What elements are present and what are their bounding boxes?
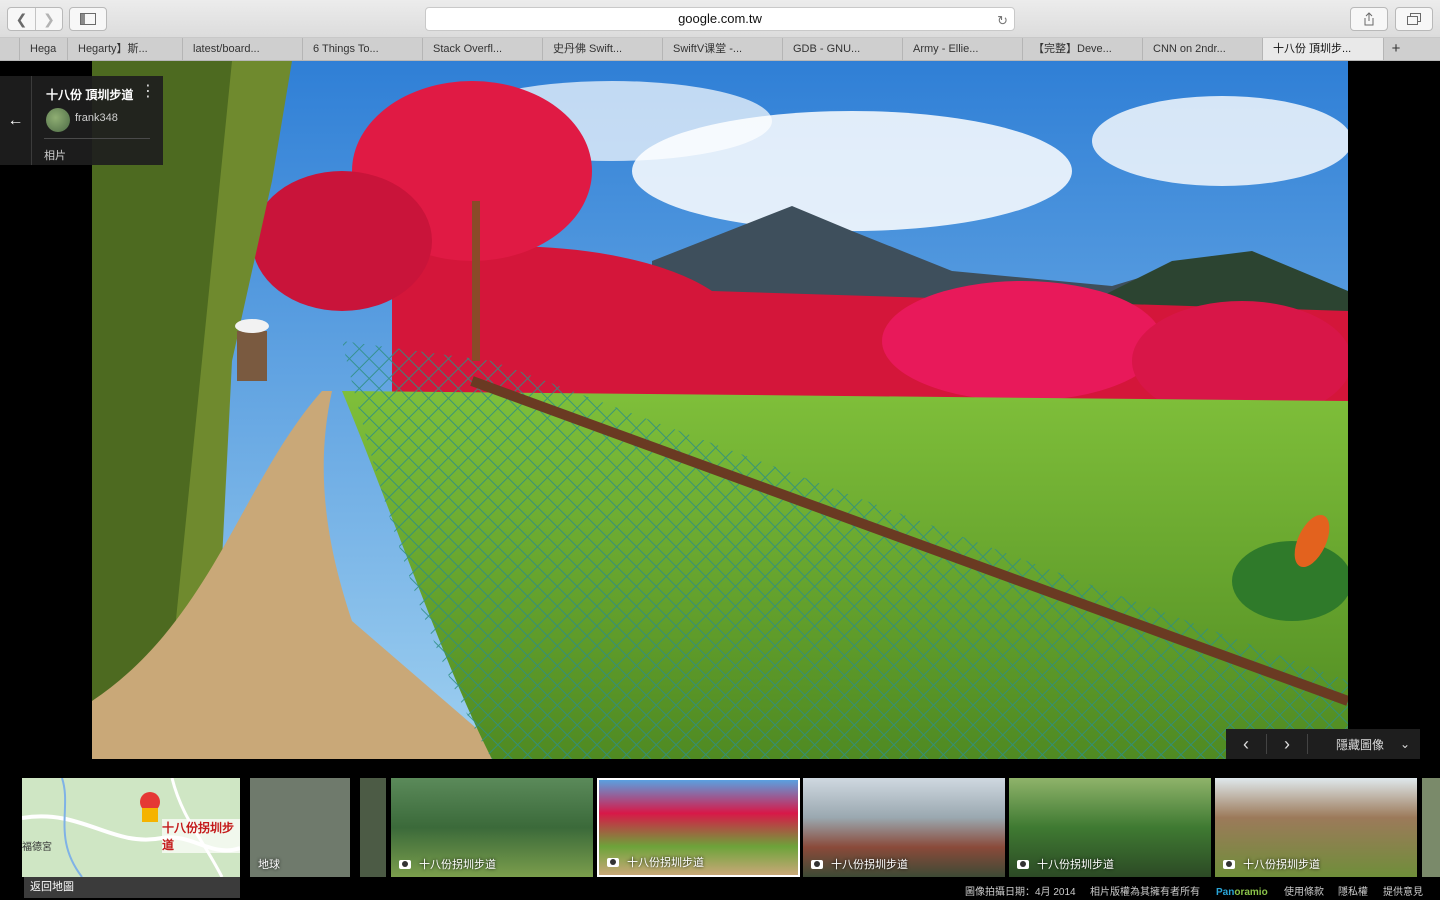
- back-to-map-button[interactable]: 返回地圖: [24, 877, 240, 898]
- back-button[interactable]: ❮: [8, 8, 35, 30]
- photo-viewer: + − ‹ › 隱藏圖像 ⌄: [0, 61, 1440, 786]
- tabs-overview-button[interactable]: [1395, 7, 1433, 31]
- partial-thumbnail[interactable]: [360, 778, 386, 877]
- map-poi-label: 福德宮: [22, 842, 52, 853]
- browser-toolbar: ❮ ❯ google.com.tw ↻: [0, 0, 1440, 38]
- thumbnail-caption: 十八份拐圳步道: [1037, 859, 1114, 871]
- panoramio-logo[interactable]: Panoramio: [1216, 885, 1268, 900]
- main-photo[interactable]: [92, 61, 1348, 759]
- map-thumbnail[interactable]: 十八份拐圳步道 福德宮: [22, 778, 240, 877]
- tab-item[interactable]: 史丹佛 Swift...: [543, 38, 663, 60]
- tab-item[interactable]: Hega: [20, 38, 68, 60]
- earth-label: 地球: [258, 859, 280, 871]
- tabs-icon: [1407, 13, 1421, 25]
- prev-photo-button[interactable]: ‹: [1226, 734, 1266, 755]
- tab-item[interactable]: 6 Things To...: [303, 38, 423, 60]
- terms-link[interactable]: 使用條款: [1284, 885, 1324, 900]
- camera-icon: [607, 857, 619, 867]
- tab-item-active[interactable]: 十八份 頂圳步...: [1263, 38, 1384, 60]
- sidebar-icon: [80, 13, 96, 25]
- map-place-label: 十八份拐圳步道: [162, 819, 240, 853]
- photo-thumbnail[interactable]: 十八份拐圳步道: [1215, 778, 1417, 877]
- share-button[interactable]: [1350, 7, 1388, 31]
- forward-button[interactable]: ❯: [35, 8, 62, 30]
- thumbnail-caption: 十八份拐圳步道: [419, 859, 496, 871]
- sidebar-toggle-button[interactable]: [69, 7, 107, 31]
- copyright-text: 相片版權為其擁有者所有: [1090, 887, 1200, 898]
- filmstrip: 十八份拐圳步道 福德宮 返回地圖 地球 十八份拐圳步道 十八份拐圳步道 十八份拐…: [0, 759, 1440, 900]
- url-text: google.com.tw: [678, 11, 762, 26]
- earth-thumbnail[interactable]: 地球: [250, 778, 350, 877]
- panoramio-logo-a: Pan: [1216, 887, 1235, 898]
- capture-date: 圖像拍攝日期：4月 2014: [965, 887, 1076, 898]
- thumbnail-caption: 十八份拐圳步道: [1243, 859, 1320, 871]
- divider: [44, 138, 150, 139]
- tab-item[interactable]: 【完整】Deve...: [1023, 38, 1143, 60]
- next-photo-button[interactable]: ›: [1267, 734, 1307, 755]
- back-arrow-icon[interactable]: ←: [0, 76, 32, 165]
- tab-item[interactable]: SwiftV课堂 -...: [663, 38, 783, 60]
- tab-item[interactable]: CNN on 2ndr...: [1143, 38, 1263, 60]
- avatar[interactable]: [46, 108, 70, 132]
- tab-item[interactable]: Army - Ellie...: [903, 38, 1023, 60]
- feedback-link[interactable]: 提供意見: [1383, 885, 1423, 900]
- photo-thumbnail[interactable]: 十八份拐圳步道: [391, 778, 593, 877]
- tab-item[interactable]: Hegarty】斯...: [68, 38, 183, 60]
- tab-bar: Hega Hegarty】斯... latest/board... 6 Thin…: [0, 38, 1440, 61]
- tab-item[interactable]: GDB - GNU...: [783, 38, 903, 60]
- more-options-icon[interactable]: ⋮: [140, 84, 156, 100]
- partial-thumbnail[interactable]: [1422, 778, 1440, 877]
- reload-icon[interactable]: ↻: [997, 10, 1008, 32]
- divider: [1307, 734, 1308, 754]
- hide-images-button[interactable]: 隱藏圖像: [1336, 736, 1384, 753]
- landscape-photo: [92, 61, 1348, 759]
- address-bar[interactable]: google.com.tw ↻: [425, 7, 1015, 31]
- camera-icon: [1017, 859, 1029, 869]
- history-nav: ❮ ❯: [7, 7, 63, 31]
- camera-icon: [1223, 859, 1235, 869]
- double-chevron-down-icon[interactable]: ⌄: [1400, 737, 1410, 751]
- tab-item[interactable]: Stack Overfl...: [423, 38, 543, 60]
- tab-item[interactable]: latest/board...: [183, 38, 303, 60]
- share-icon: [1364, 12, 1374, 26]
- thumbnail-caption: 十八份拐圳步道: [627, 857, 704, 869]
- photo-thumbnail[interactable]: 十八份拐圳步道: [1009, 778, 1211, 877]
- place-title: 十八份 頂圳步道: [46, 88, 134, 102]
- photos-label[interactable]: 相片: [44, 147, 66, 163]
- place-info-card: ← 十八份 頂圳步道 ⋮ frank348 相片: [0, 76, 163, 165]
- privacy-link[interactable]: 隱私權: [1338, 885, 1368, 900]
- camera-icon: [811, 859, 823, 869]
- panoramio-logo-b: oramio: [1234, 887, 1268, 898]
- new-tab-button[interactable]: +: [1384, 38, 1408, 60]
- photo-thumbnail[interactable]: 十八份拐圳步道: [803, 778, 1005, 877]
- photo-author[interactable]: frank348: [75, 112, 118, 124]
- thumbnail-caption: 十八份拐圳步道: [831, 859, 908, 871]
- tab-item[interactable]: [0, 38, 20, 60]
- photo-thumbnail-selected[interactable]: 十八份拐圳步道: [597, 778, 800, 877]
- photo-nav-strip: ‹ › 隱藏圖像 ⌄: [1226, 729, 1420, 759]
- camera-icon: [399, 859, 411, 869]
